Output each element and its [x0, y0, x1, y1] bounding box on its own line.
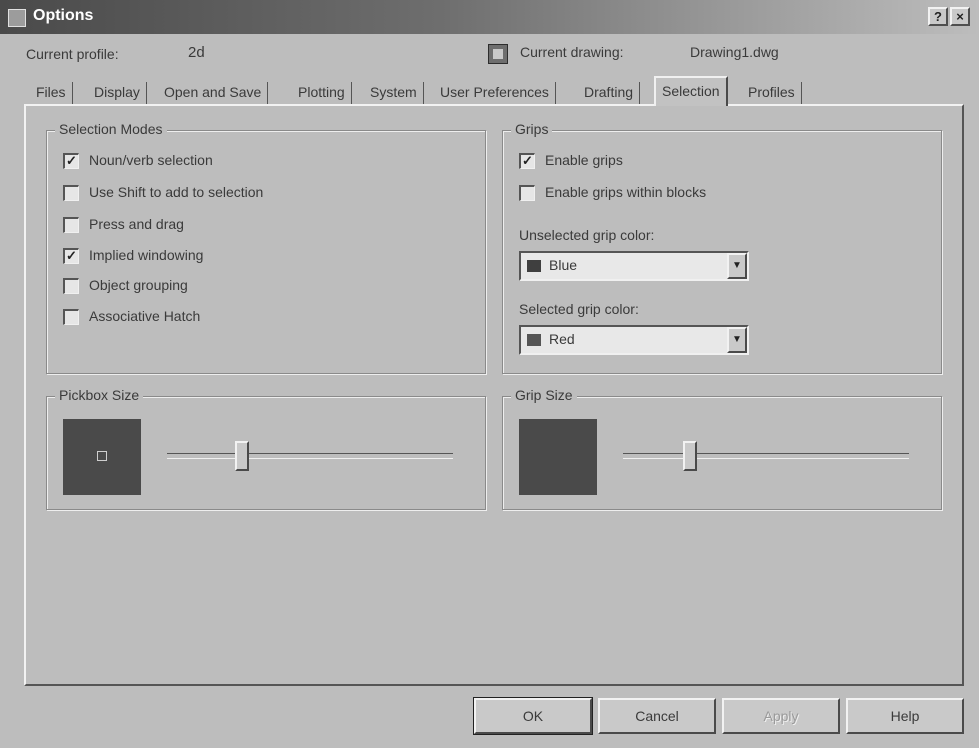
- pickbox-slider-thumb[interactable]: [235, 441, 249, 471]
- enable-grips-label: Enable grips: [545, 152, 623, 168]
- cancel-button[interactable]: Cancel: [598, 698, 716, 734]
- unselected-color-swatch: [527, 260, 541, 272]
- chevron-down-icon[interactable]: ▼: [727, 327, 747, 353]
- selection-modes-group: Selection Modes ✓ Noun/verb selection Us…: [46, 121, 486, 374]
- selected-grip-color-dropdown[interactable]: Red ▼: [519, 325, 749, 355]
- tab-plotting[interactable]: Plotting: [292, 82, 352, 104]
- current-profile-label: Current profile:: [26, 46, 119, 62]
- pickbox-slider-track[interactable]: [167, 453, 453, 459]
- grip-size-group: Grip Size: [502, 387, 942, 510]
- enable-grips-within-blocks-checkbox[interactable]: [519, 185, 535, 201]
- chevron-down-icon[interactable]: ▼: [727, 253, 747, 279]
- enable-grips-checkbox[interactable]: ✓: [519, 153, 535, 169]
- current-drawing-value: Drawing1.dwg: [690, 44, 779, 60]
- tab-drafting[interactable]: Drafting: [578, 82, 641, 104]
- drawing-icon: [488, 44, 508, 64]
- window-title: Options: [33, 7, 94, 24]
- noun-verb-selection-checkbox[interactable]: ✓: [63, 153, 79, 169]
- implied-windowing-checkbox[interactable]: ✓: [63, 248, 79, 264]
- use-shift-label: Use Shift to add to selection: [89, 184, 264, 200]
- object-grouping-checkbox[interactable]: [63, 278, 79, 294]
- tab-selection[interactable]: Selection: [654, 76, 728, 106]
- selected-grip-color-value: Red: [549, 331, 575, 347]
- grips-group: Grips ✓ Enable grips Enable grips within…: [502, 121, 942, 374]
- pickbox-size-group: Pickbox Size: [46, 387, 486, 510]
- selected-grip-color-label: Selected grip color:: [519, 301, 639, 317]
- pickbox-size-title: Pickbox Size: [55, 387, 144, 403]
- tab-user-preferences[interactable]: User Preferences: [434, 82, 556, 104]
- unselected-grip-color-value: Blue: [549, 257, 578, 273]
- apply-button[interactable]: Apply: [722, 698, 840, 734]
- unselected-grip-color-dropdown[interactable]: Blue ▼: [519, 251, 749, 281]
- grip-size-slider-thumb[interactable]: [682, 441, 697, 471]
- tab-system[interactable]: System: [364, 82, 424, 104]
- tab-open-and-save[interactable]: Open and Save: [158, 82, 269, 104]
- selected-color-swatch: [527, 334, 541, 346]
- ok-button[interactable]: OK: [473, 697, 593, 735]
- associative-hatch-label: Associative Hatch: [89, 308, 201, 324]
- implied-windowing-label: Implied windowing: [89, 247, 204, 263]
- pickbox-preview: [63, 419, 141, 495]
- object-grouping-label: Object grouping: [89, 277, 188, 293]
- tab-display[interactable]: Display: [88, 82, 147, 104]
- grips-title: Grips: [511, 121, 553, 137]
- press-and-drag-label: Press and drag: [89, 216, 184, 232]
- grip-size-slider-track[interactable]: [623, 453, 909, 459]
- help-button[interactable]: Help: [846, 698, 964, 734]
- close-button[interactable]: ×: [950, 7, 970, 26]
- app-icon: [8, 9, 26, 27]
- use-shift-checkbox[interactable]: [63, 185, 79, 201]
- tab-strip: Files Display Open and Save Plotting Sys…: [30, 76, 820, 106]
- unselected-grip-color-label: Unselected grip color:: [519, 227, 655, 243]
- help-title-button[interactable]: ?: [928, 7, 948, 26]
- associative-hatch-checkbox[interactable]: [63, 309, 79, 325]
- current-drawing-label: Current drawing:: [520, 44, 624, 60]
- title-bar: Options ? ×: [0, 0, 979, 34]
- tab-files[interactable]: Files: [30, 82, 73, 104]
- selection-modes-title: Selection Modes: [55, 121, 167, 137]
- current-profile-value: 2d: [188, 44, 205, 61]
- tab-profiles[interactable]: Profiles: [742, 82, 802, 104]
- grip-size-title: Grip Size: [511, 387, 577, 403]
- enable-grips-within-blocks-label: Enable grips within blocks: [545, 184, 707, 200]
- press-and-drag-checkbox[interactable]: [63, 217, 79, 233]
- pickbox-preview-square: [97, 451, 107, 461]
- grip-size-preview: [519, 419, 597, 495]
- selection-panel: Selection Modes ✓ Noun/verb selection Us…: [24, 104, 964, 686]
- noun-verb-selection-label: Noun/verb selection: [89, 152, 213, 168]
